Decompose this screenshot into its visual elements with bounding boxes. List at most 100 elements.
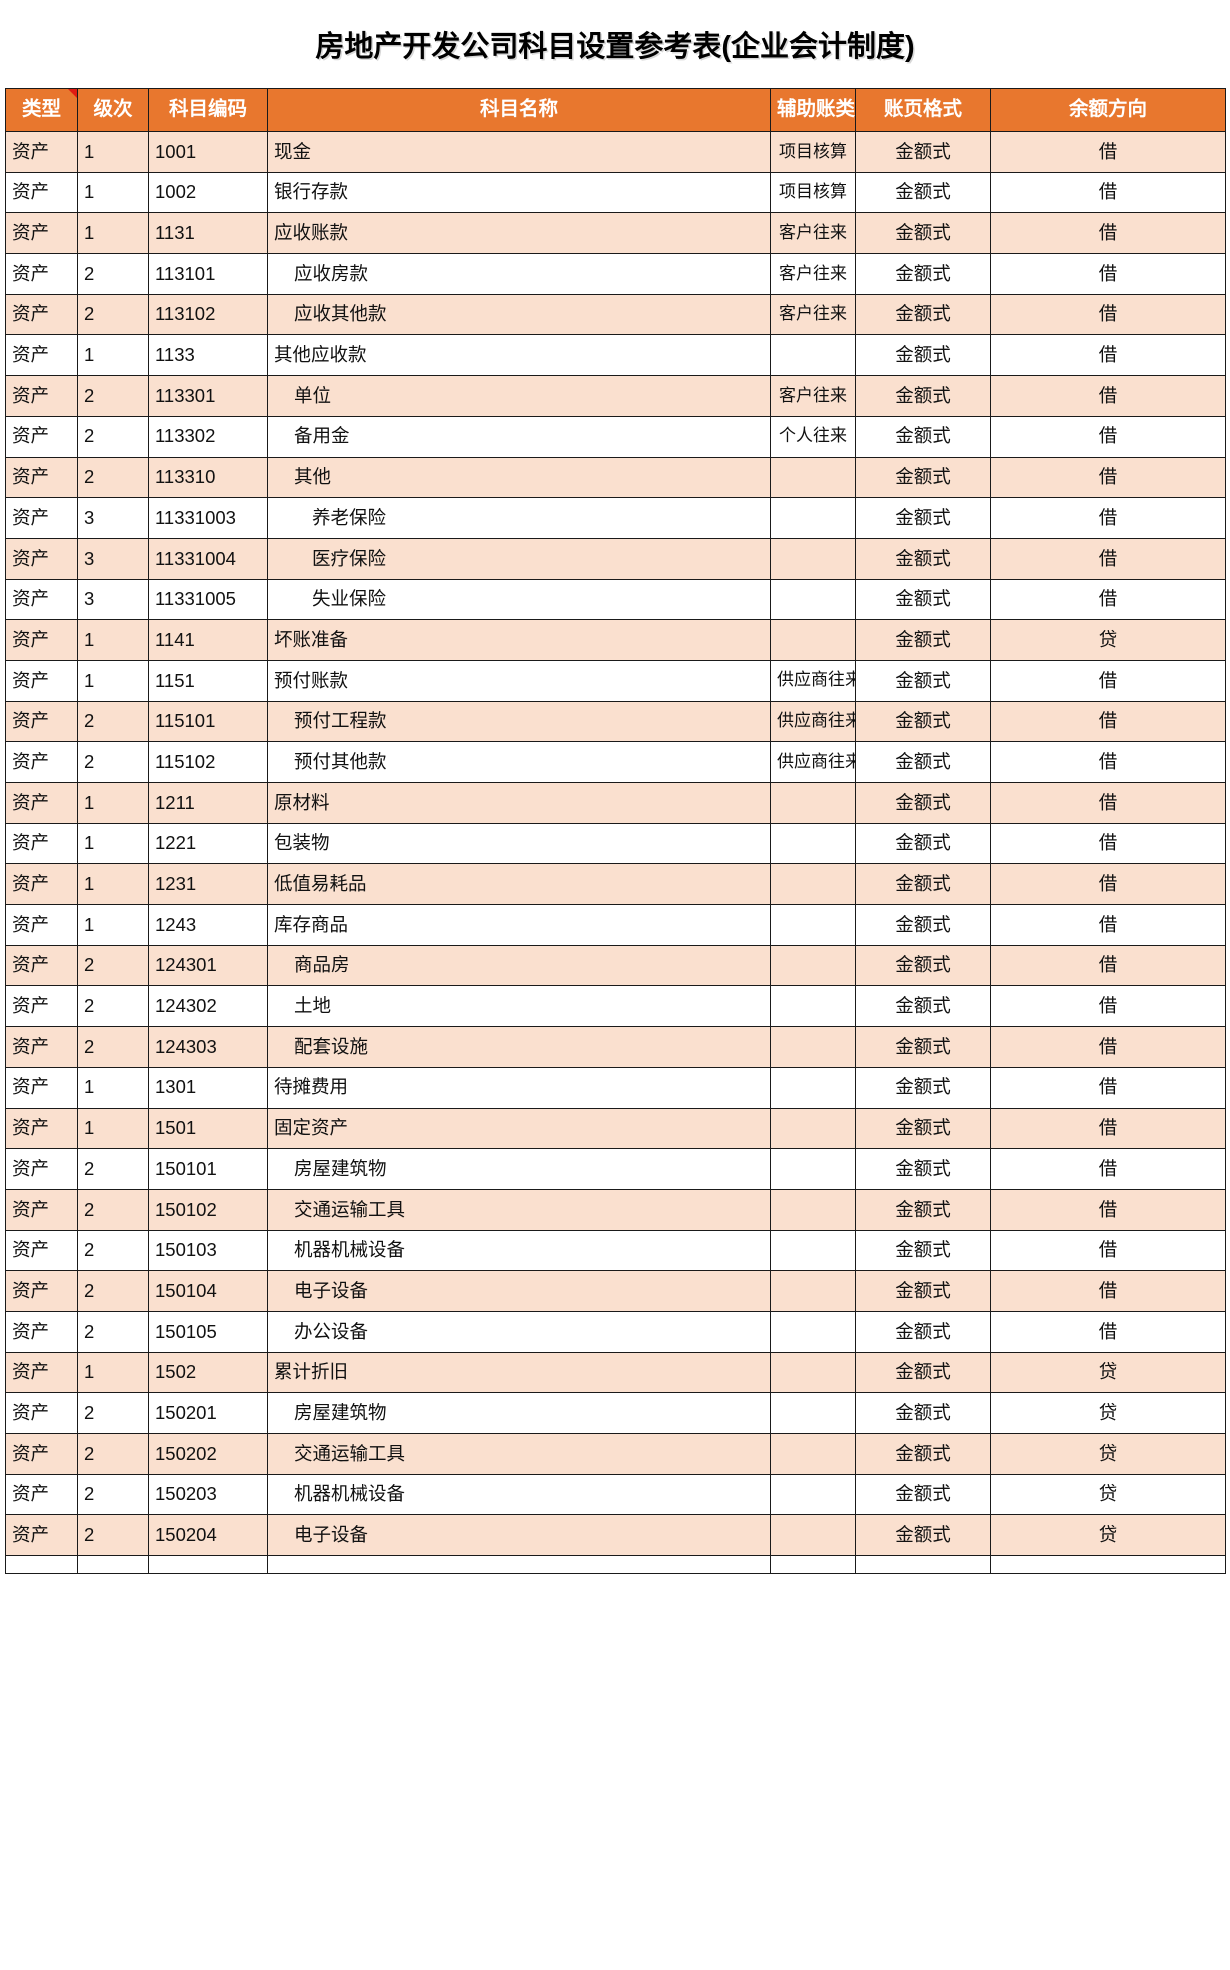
cell-name[interactable]: 低值易耗品: [267, 863, 771, 906]
table-row[interactable]: 资产 2 150104 电子设备 金额式借: [5, 1270, 1226, 1312]
cell-format[interactable]: 金额式: [855, 334, 991, 377]
cell-format[interactable]: 金额式: [855, 456, 991, 499]
cell-direction[interactable]: 借: [990, 1310, 1226, 1353]
table-row[interactable]: 资产 1 1211 原材料 金额式借: [5, 782, 1226, 824]
cell-name[interactable]: 预付工程款: [267, 700, 771, 743]
cell-code[interactable]: 1002: [148, 171, 268, 214]
cell-direction[interactable]: 借: [990, 497, 1226, 539]
cell-format[interactable]: [855, 1555, 991, 1575]
cell-aux[interactable]: [770, 537, 856, 580]
cell-type[interactable]: 资产: [5, 1066, 78, 1109]
cell-name[interactable]: 其他应收款: [267, 334, 771, 377]
column-header-format[interactable]: 账页格式: [855, 88, 991, 132]
cell-format[interactable]: 金额式: [855, 619, 991, 661]
table-row[interactable]: 资产 2 115101 预付工程款 供应商往来 金额式借: [5, 700, 1226, 743]
cell-level[interactable]: 2: [77, 1270, 149, 1312]
table-row[interactable]: 资产 3 11331003 养老保险 金额式借: [5, 497, 1226, 539]
cell-code[interactable]: 124303: [148, 1026, 268, 1068]
cell-code[interactable]: 150103: [148, 1229, 268, 1272]
cell-code[interactable]: 11331004: [148, 537, 268, 580]
cell-code[interactable]: 150204: [148, 1514, 268, 1557]
cell-aux[interactable]: 供应商往来: [770, 659, 856, 702]
cell-aux[interactable]: 项目核算: [770, 131, 856, 173]
table-row[interactable]: 资产 2 150203 机器机械设备 金额式贷: [5, 1473, 1226, 1516]
cell-type[interactable]: 资产: [5, 782, 78, 824]
cell-name[interactable]: 单位: [267, 375, 771, 417]
cell-type[interactable]: 资产: [5, 456, 78, 499]
cell-direction[interactable]: 借: [990, 985, 1226, 1028]
cell-name[interactable]: [267, 1555, 771, 1575]
cell-code[interactable]: 1221: [148, 822, 268, 865]
cell-type[interactable]: 资产: [5, 253, 78, 295]
cell-name[interactable]: 电子设备: [267, 1514, 771, 1557]
cell-aux[interactable]: [770, 1107, 856, 1150]
cell-level[interactable]: 2: [77, 1392, 149, 1434]
cell-level[interactable]: 1: [77, 212, 149, 255]
cell-level[interactable]: 1: [77, 659, 149, 702]
cell-type[interactable]: 资产: [5, 293, 78, 336]
cell-type[interactable]: 资产: [5, 1310, 78, 1353]
cell-name[interactable]: 电子设备: [267, 1270, 771, 1312]
cell-format[interactable]: 金额式: [855, 1514, 991, 1557]
cell-direction[interactable]: 借: [990, 1107, 1226, 1150]
cell-direction[interactable]: 借: [990, 1026, 1226, 1068]
cell-code[interactable]: 150101: [148, 1148, 268, 1190]
cell-direction[interactable]: 借: [990, 863, 1226, 906]
cell-direction[interactable]: 贷: [990, 1351, 1226, 1394]
cell-name[interactable]: 机器机械设备: [267, 1473, 771, 1516]
cell-level[interactable]: 2: [77, 253, 149, 295]
cell-level[interactable]: 2: [77, 1473, 149, 1516]
cell-direction[interactable]: 借: [990, 131, 1226, 173]
cell-aux[interactable]: [770, 863, 856, 906]
cell-name[interactable]: 土地: [267, 985, 771, 1028]
cell-format[interactable]: 金额式: [855, 1270, 991, 1312]
cell-level[interactable]: 2: [77, 1148, 149, 1190]
cell-name[interactable]: 房屋建筑物: [267, 1392, 771, 1434]
column-header-aux[interactable]: 辅助账类型: [770, 88, 856, 132]
cell-name[interactable]: 应收账款: [267, 212, 771, 255]
cell-level[interactable]: 3: [77, 497, 149, 539]
cell-format[interactable]: 金额式: [855, 1229, 991, 1272]
cell-code[interactable]: 1243: [148, 904, 268, 946]
cell-direction[interactable]: 借: [990, 659, 1226, 702]
cell-aux[interactable]: 个人往来: [770, 415, 856, 458]
cell-type[interactable]: 资产: [5, 1270, 78, 1312]
cell-type[interactable]: 资产: [5, 1433, 78, 1475]
cell-format[interactable]: 金额式: [855, 659, 991, 702]
cell-aux[interactable]: [770, 782, 856, 824]
cell-aux[interactable]: [770, 1026, 856, 1068]
cell-code[interactable]: 1151: [148, 659, 268, 702]
column-header-code[interactable]: 科目编码: [148, 88, 268, 132]
table-row[interactable]: 资产 1 1001 现金 项目核算 金额式借: [5, 131, 1226, 173]
cell-type[interactable]: 资产: [5, 171, 78, 214]
cell-level[interactable]: 1: [77, 1066, 149, 1109]
cell-aux[interactable]: [770, 822, 856, 865]
cell-type[interactable]: 资产: [5, 334, 78, 377]
cell-direction[interactable]: 借: [990, 253, 1226, 295]
cell-level[interactable]: 2: [77, 985, 149, 1028]
cell-level[interactable]: 2: [77, 1188, 149, 1231]
cell-level[interactable]: 2: [77, 1310, 149, 1353]
table-row[interactable]: 资产 1 1002 银行存款 项目核算 金额式借: [5, 171, 1226, 214]
cell-code[interactable]: 113102: [148, 293, 268, 336]
table-row[interactable]: 资产 1 1133 其他应收款 金额式借: [5, 334, 1226, 377]
cell-type[interactable]: 资产: [5, 1107, 78, 1150]
cell-direction[interactable]: 借: [990, 822, 1226, 865]
cell-format[interactable]: 金额式: [855, 985, 991, 1028]
cell-code[interactable]: 115102: [148, 741, 268, 783]
cell-type[interactable]: 资产: [5, 1026, 78, 1068]
cell-name[interactable]: 医疗保险: [267, 537, 771, 580]
cell-name[interactable]: 养老保险: [267, 497, 771, 539]
table-row[interactable]: 资产 2 150204 电子设备 金额式贷: [5, 1514, 1226, 1557]
cell-type[interactable]: 资产: [5, 375, 78, 417]
table-row[interactable]: [5, 1555, 1226, 1575]
cell-aux[interactable]: [770, 1473, 856, 1516]
cell-format[interactable]: 金额式: [855, 537, 991, 580]
cell-code[interactable]: 113310: [148, 456, 268, 499]
cell-level[interactable]: 2: [77, 944, 149, 987]
cell-direction[interactable]: 借: [990, 456, 1226, 499]
table-row[interactable]: 资产 1 1221 包装物 金额式借: [5, 822, 1226, 865]
cell-level[interactable]: 1: [77, 863, 149, 906]
cell-direction[interactable]: 借: [990, 578, 1226, 621]
cell-aux[interactable]: 客户往来: [770, 293, 856, 336]
